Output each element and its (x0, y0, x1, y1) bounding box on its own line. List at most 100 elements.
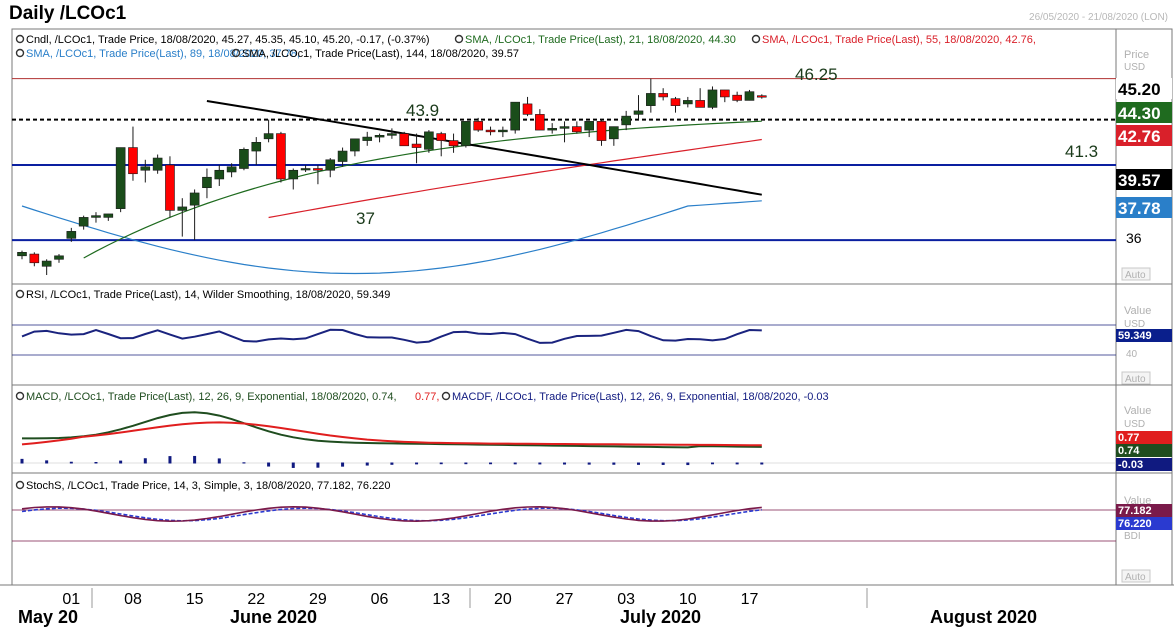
legend-sma21: SMA, /LCOc1, Trade Price(Last), 21, 18/0… (465, 34, 736, 46)
gear-icon[interactable] (441, 391, 451, 401)
candle-body (473, 121, 484, 131)
candle-body (658, 93, 668, 98)
gear-icon[interactable] (15, 48, 25, 58)
price-tag-text-sma144: 39.57 (1118, 171, 1161, 190)
candle-body (140, 166, 151, 171)
month-label: June 2020 (230, 607, 317, 627)
candle-body (165, 164, 175, 211)
candle-body (411, 143, 422, 148)
rsi-line (21, 328, 762, 344)
gear-icon[interactable] (454, 34, 464, 44)
x-tick-label: 22 (247, 591, 265, 608)
candle-body (535, 114, 545, 131)
rsi-legend: RSI, /LCOc1, Trade Price(Last), 14, Wild… (26, 289, 390, 301)
candle-body (103, 213, 114, 218)
legend-sma55: SMA, /LCOc1, Trade Price(Last), 55, 18/0… (762, 34, 1036, 46)
macd-axis-header: Value (1124, 405, 1151, 417)
candle-body (498, 129, 508, 133)
price-tag-text-sma55: 42.76 (1118, 127, 1161, 146)
legend-sma144: SMA, /LCOc1, Trade Price(Last), 144, 18/… (242, 48, 519, 60)
x-tick-label: 27 (556, 591, 574, 608)
rsi-tick-40: 40 (1126, 349, 1138, 360)
gear-icon[interactable] (15, 480, 25, 490)
chart-canvas[interactable]: 46.25 43.9 41.3 37 Cndl, /LCOc1, Trade P… (0, 0, 1174, 627)
auto-scale-label: Auto (1125, 270, 1146, 281)
candle-body (461, 121, 471, 147)
candle-body (189, 192, 200, 206)
x-tick-label: 10 (679, 591, 697, 608)
candle-body (177, 206, 188, 211)
candle-body (559, 126, 570, 129)
gear-icon[interactable] (15, 391, 25, 401)
candle-body (239, 149, 249, 169)
support-resistance-lines (12, 78, 1116, 242)
candle-body (313, 168, 323, 171)
price-axis[interactable]: Price USD 36 45.20 44.30 42.76 39.57 37.78 A… (1116, 49, 1172, 281)
legend-candles: Cndl, /LCOc1, Trade Price, 18/08/2020, 4… (26, 34, 430, 46)
candle-body (387, 133, 397, 136)
x-tick-label: 17 (741, 591, 759, 608)
price-tag-text-sma89: 37.78 (1118, 199, 1161, 218)
price-legend: Cndl, /LCOc1, Trade Price, 18/08/2020, 4… (15, 34, 1036, 60)
candle-body (288, 169, 299, 180)
stoch-d-tag-text: 76.220 (1118, 518, 1152, 530)
candle-body (399, 133, 410, 147)
gear-icon[interactable] (15, 34, 25, 44)
candle-body (485, 129, 496, 133)
macd-panel: MACD, /LCOc1, Trade Price(Last), 12, 26,… (12, 391, 1172, 471)
x-tick-label: 06 (371, 591, 389, 608)
candle-body (251, 142, 262, 152)
rsi-panel: RSI, /LCOc1, Trade Price(Last), 14, Wild… (12, 289, 1172, 385)
candle-body (66, 231, 77, 239)
x-tick-label: 13 (432, 591, 450, 608)
x-tick-label: 03 (617, 591, 635, 608)
candle-body (202, 176, 212, 189)
candle-body (325, 159, 336, 171)
candle-body (707, 89, 718, 108)
macdf-legend: MACDF, /LCOc1, Trade Price(Last), 12, 26… (452, 391, 829, 403)
rsi-axis-header: Value (1124, 305, 1151, 317)
gear-icon[interactable] (15, 289, 25, 299)
month-label: July 2020 (620, 607, 701, 627)
candle-body (17, 252, 27, 257)
month-label: May 20 (18, 607, 78, 627)
sma89-line (21, 200, 762, 275)
macd-axis-unit: USD (1124, 419, 1145, 430)
candle-body (54, 255, 64, 260)
candle-body (522, 103, 533, 115)
sma21-line (83, 120, 762, 259)
rsi-axis-unit: USD (1124, 319, 1145, 330)
candle-body (547, 128, 557, 131)
price-axis-unit: USD (1124, 62, 1145, 73)
x-tick-label: 20 (494, 591, 512, 608)
x-tick-label: 01 (62, 591, 80, 608)
gear-icon[interactable] (751, 34, 761, 44)
candle-body (424, 131, 434, 150)
candle-body (670, 98, 681, 106)
candle-body (362, 136, 373, 141)
level-label-439: 43.9 (406, 101, 439, 120)
macd-tag-text: 0.74 (1118, 445, 1140, 457)
x-tick-label: 29 (309, 591, 327, 608)
candle-body (609, 126, 619, 140)
price-tag-text-sma21: 44.30 (1118, 104, 1161, 123)
candle-body (756, 95, 767, 98)
candle-body (214, 169, 225, 180)
candle-body (91, 215, 101, 218)
candle-body (128, 147, 138, 175)
candle-body (584, 121, 594, 131)
candle-body (744, 91, 755, 101)
x-tick-label: 08 (124, 591, 142, 608)
macd-legend-signal: 0.77, (415, 391, 439, 403)
rsi-auto-label: Auto (1125, 374, 1146, 385)
candle-body (29, 253, 40, 264)
candle-body (226, 166, 237, 173)
price-tag-text-last: 45.20 (1118, 80, 1161, 99)
stoch-legend: StochS, /LCOc1, Trade Price, 14, 3, Simp… (26, 480, 390, 492)
candle-body (374, 135, 385, 138)
x-axis[interactable]: 01 08 15 22 29 06 13 20 27 03 10 17 May 20 June 2020… (0, 584, 1174, 627)
candle-body (152, 157, 163, 171)
macd-signal-tag-text: 0.77 (1118, 432, 1139, 444)
macd-legend: MACD, /LCOc1, Trade Price(Last), 12, 26,… (26, 391, 397, 403)
stoch-auto-label: Auto (1125, 572, 1146, 583)
